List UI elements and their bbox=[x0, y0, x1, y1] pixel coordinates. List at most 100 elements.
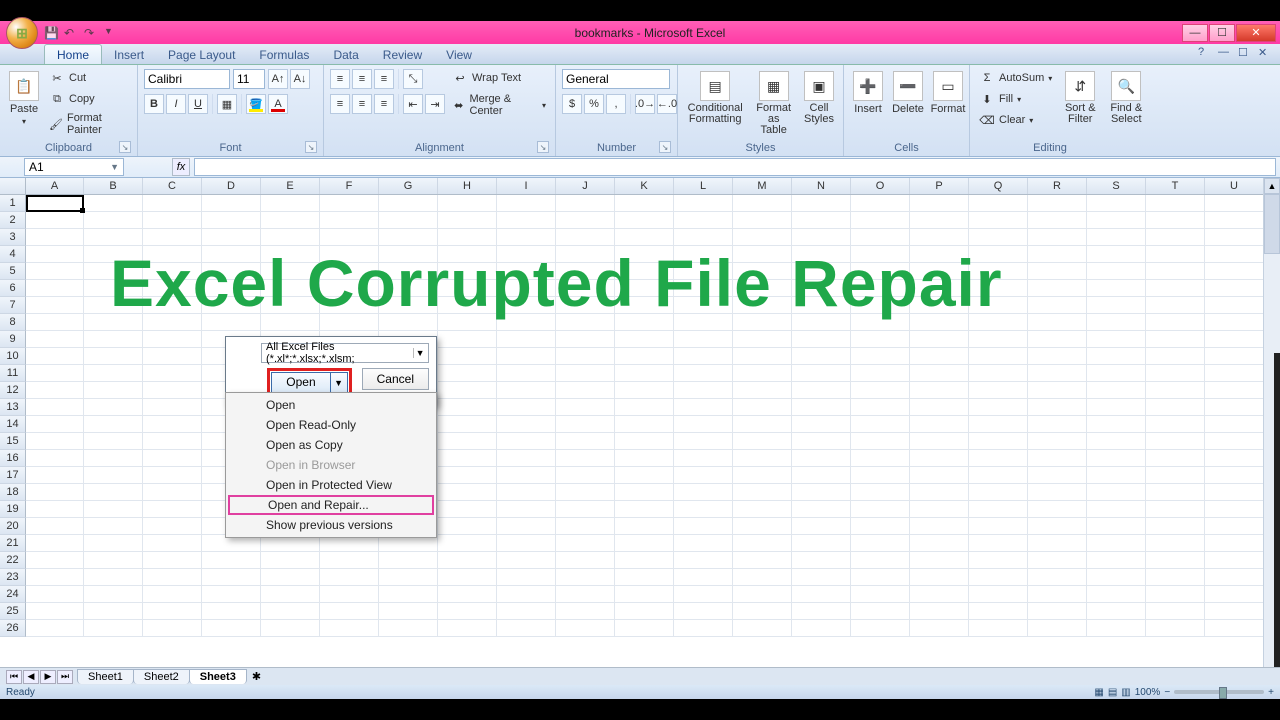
row-header[interactable]: 12 bbox=[0, 382, 26, 399]
cell[interactable] bbox=[851, 569, 910, 586]
menu-open-readonly[interactable]: Open Read-Only bbox=[226, 415, 436, 435]
cell[interactable] bbox=[261, 229, 320, 246]
border-button[interactable]: ▦ bbox=[217, 94, 237, 114]
cell[interactable] bbox=[84, 416, 143, 433]
cell[interactable] bbox=[438, 212, 497, 229]
cell[interactable] bbox=[26, 280, 84, 297]
cell[interactable] bbox=[615, 348, 674, 365]
menu-open[interactable]: Open bbox=[226, 395, 436, 415]
cell[interactable] bbox=[497, 433, 556, 450]
row-header[interactable]: 18 bbox=[0, 484, 26, 501]
row-header[interactable]: 2 bbox=[0, 212, 26, 229]
cell[interactable] bbox=[261, 603, 320, 620]
wrap-text-button[interactable]: ↩Wrap Text bbox=[449, 69, 549, 87]
cell[interactable] bbox=[792, 467, 851, 484]
cell[interactable] bbox=[851, 552, 910, 569]
open-dropdown-arrow[interactable]: ▼ bbox=[331, 373, 347, 393]
cell[interactable] bbox=[910, 603, 969, 620]
cell[interactable] bbox=[84, 603, 143, 620]
cell[interactable] bbox=[556, 229, 615, 246]
column-header[interactable]: D bbox=[202, 178, 261, 194]
cell[interactable] bbox=[733, 484, 792, 501]
cell[interactable] bbox=[26, 297, 84, 314]
cell[interactable] bbox=[1205, 263, 1264, 280]
cell[interactable] bbox=[1146, 416, 1205, 433]
cell[interactable] bbox=[733, 586, 792, 603]
column-header[interactable]: S bbox=[1087, 178, 1146, 194]
cell[interactable] bbox=[438, 365, 497, 382]
cell[interactable] bbox=[1205, 416, 1264, 433]
cell[interactable] bbox=[1087, 484, 1146, 501]
cell[interactable] bbox=[1205, 297, 1264, 314]
cell[interactable] bbox=[969, 603, 1028, 620]
cell[interactable] bbox=[1146, 535, 1205, 552]
column-header[interactable]: Q bbox=[969, 178, 1028, 194]
cell[interactable] bbox=[556, 348, 615, 365]
cell[interactable] bbox=[84, 484, 143, 501]
cell[interactable] bbox=[438, 535, 497, 552]
insert-cells-button[interactable]: ➕Insert bbox=[850, 69, 886, 117]
fx-icon[interactable]: fx bbox=[172, 158, 190, 176]
cell[interactable] bbox=[851, 620, 910, 637]
cell[interactable] bbox=[202, 586, 261, 603]
cell[interactable] bbox=[1028, 246, 1087, 263]
cell[interactable] bbox=[556, 195, 615, 212]
cell[interactable] bbox=[910, 416, 969, 433]
cell[interactable] bbox=[1087, 246, 1146, 263]
cell[interactable] bbox=[1205, 314, 1264, 331]
cell[interactable] bbox=[615, 535, 674, 552]
cell[interactable] bbox=[1205, 280, 1264, 297]
cell[interactable] bbox=[1028, 331, 1087, 348]
cell[interactable] bbox=[674, 603, 733, 620]
cell[interactable] bbox=[1205, 501, 1264, 518]
fill-color-button[interactable]: 🪣 bbox=[246, 94, 266, 114]
cell[interactable] bbox=[320, 586, 379, 603]
cell[interactable] bbox=[851, 467, 910, 484]
cell[interactable] bbox=[851, 501, 910, 518]
cell[interactable] bbox=[733, 382, 792, 399]
cell[interactable] bbox=[1146, 433, 1205, 450]
maximize-button[interactable]: ☐ bbox=[1209, 24, 1235, 42]
cell[interactable] bbox=[26, 603, 84, 620]
cell[interactable] bbox=[733, 620, 792, 637]
cell[interactable] bbox=[143, 450, 202, 467]
file-type-combo[interactable]: All Excel Files (*.xl*;*.xlsx;*.xlsm; ▼ bbox=[261, 343, 429, 363]
cell[interactable] bbox=[792, 195, 851, 212]
copy-button[interactable]: ⧉Copy bbox=[46, 90, 131, 108]
format-as-table-button[interactable]: ▦Format as Table bbox=[750, 69, 797, 138]
cell[interactable] bbox=[1028, 263, 1087, 280]
cell[interactable] bbox=[26, 348, 84, 365]
column-header[interactable]: A bbox=[26, 178, 84, 194]
cell[interactable] bbox=[26, 331, 84, 348]
cell[interactable] bbox=[615, 433, 674, 450]
cell[interactable] bbox=[674, 484, 733, 501]
cell[interactable] bbox=[1205, 433, 1264, 450]
format-cells-button[interactable]: ▭Format bbox=[930, 69, 966, 117]
cell[interactable] bbox=[84, 212, 143, 229]
cell[interactable] bbox=[497, 586, 556, 603]
decrease-decimal-button[interactable]: ←.0 bbox=[657, 94, 677, 114]
cell[interactable] bbox=[143, 331, 202, 348]
cell[interactable] bbox=[497, 552, 556, 569]
cell[interactable] bbox=[26, 365, 84, 382]
cell[interactable] bbox=[969, 620, 1028, 637]
format-painter-button[interactable]: 🖌Format Painter bbox=[46, 111, 131, 137]
cell[interactable] bbox=[1028, 195, 1087, 212]
cancel-button[interactable]: Cancel bbox=[362, 368, 429, 390]
row-header[interactable]: 6 bbox=[0, 280, 26, 297]
cell[interactable] bbox=[792, 501, 851, 518]
cell[interactable] bbox=[733, 569, 792, 586]
cell[interactable] bbox=[143, 195, 202, 212]
cell[interactable] bbox=[497, 195, 556, 212]
name-box[interactable]: A1▼ bbox=[24, 158, 124, 176]
cell[interactable] bbox=[851, 450, 910, 467]
cell[interactable] bbox=[26, 467, 84, 484]
cell[interactable] bbox=[26, 450, 84, 467]
cell[interactable] bbox=[851, 365, 910, 382]
cell[interactable] bbox=[438, 484, 497, 501]
cell[interactable] bbox=[143, 382, 202, 399]
cell[interactable] bbox=[1028, 467, 1087, 484]
cell[interactable] bbox=[1146, 212, 1205, 229]
cell[interactable] bbox=[674, 331, 733, 348]
tab-home[interactable]: Home bbox=[44, 44, 102, 64]
